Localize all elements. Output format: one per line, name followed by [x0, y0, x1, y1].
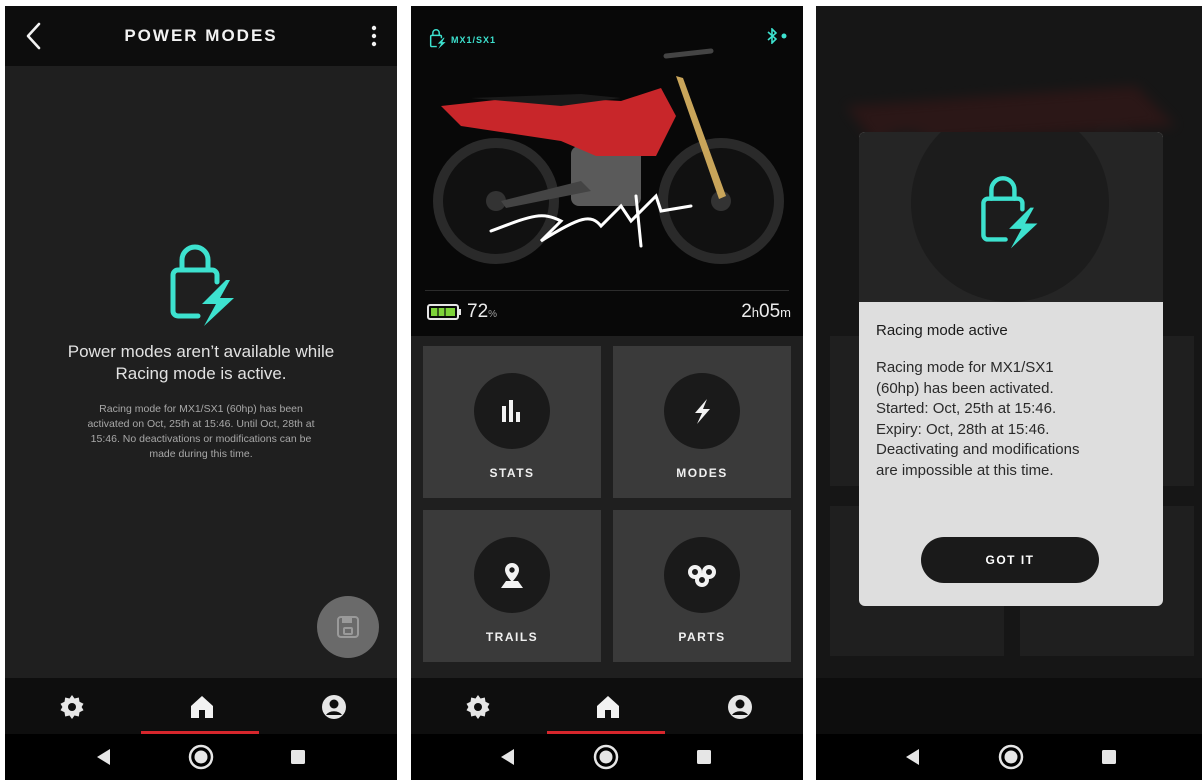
android-navigation-bar — [816, 734, 1202, 780]
tile-icon-circle — [474, 373, 550, 449]
modal-body-line: are impossible at this time. — [876, 461, 1054, 479]
back-triangle-icon[interactable] — [495, 744, 521, 770]
home-screen: MX1/SX1 72% 2h05m STATS MODES TRAILS PAR… — [411, 6, 803, 780]
time-minutes: 05 — [759, 301, 781, 322]
home-circle-icon[interactable] — [188, 744, 214, 770]
unavailable-headline: Power modes aren’t available while Racin… — [67, 342, 335, 383]
battery-value: 72 — [467, 301, 489, 322]
recents-square-icon[interactable] — [285, 744, 311, 770]
save-button[interactable] — [317, 596, 379, 658]
modal-body-line: (60hp) has been activated. — [876, 379, 1054, 397]
battery-icon — [427, 304, 461, 320]
dimmed-tab-bar — [816, 678, 1202, 734]
tile-trails[interactable]: TRAILS — [423, 510, 601, 662]
home-circle-icon[interactable] — [593, 744, 619, 770]
tile-modes[interactable]: MODES — [613, 346, 791, 498]
battery-unit: % — [488, 309, 498, 320]
bottom-tab-bar — [411, 678, 803, 734]
back-triangle-icon[interactable] — [91, 744, 117, 770]
tab-profile[interactable] — [267, 678, 397, 734]
got-it-button[interactable]: GOT IT — [921, 537, 1099, 583]
overflow-menu-button[interactable] — [369, 24, 379, 48]
home-circle-icon[interactable] — [998, 744, 1024, 770]
chain-link-icon — [688, 565, 716, 587]
map-pin-icon — [501, 563, 523, 588]
modal-header — [859, 132, 1163, 302]
tile-icon-circle — [664, 373, 740, 449]
modal-body-line: Started: Oct, 25th at 15:46. — [876, 400, 1057, 417]
modal-title: Racing mode active — [876, 322, 1008, 339]
hero-divider — [425, 290, 789, 291]
tile-label: PARTS — [678, 630, 726, 644]
bike-hero: MX1/SX1 72% 2h05m — [411, 6, 803, 336]
settings-icon — [60, 695, 84, 719]
android-navigation-bar — [411, 734, 803, 780]
home-icon — [597, 696, 619, 718]
modal-body-line: Expiry: Oct, 28th at 15:46. — [876, 420, 1050, 438]
power-modes-screen: POWER MODES Power modes aren’t available… — [5, 6, 397, 780]
battery-percentage: 72% — [467, 301, 497, 323]
tab-home[interactable] — [135, 678, 265, 734]
tile-parts[interactable]: PARTS — [613, 510, 791, 662]
motorcycle-image — [433, 48, 784, 264]
recents-square-icon[interactable] — [691, 744, 717, 770]
tile-stats[interactable]: STATS — [423, 346, 601, 498]
back-triangle-icon[interactable] — [900, 744, 926, 770]
racing-mode-description: Racing mode for MX1/SX1 (60hp) has been … — [87, 403, 315, 460]
tab-settings[interactable] — [5, 678, 135, 734]
tile-icon-circle — [474, 537, 550, 613]
profile-icon — [728, 695, 752, 719]
remaining-time: 2h05m — [741, 301, 791, 323]
racing-lock-icon — [170, 244, 234, 326]
time-hours-unit: h — [751, 305, 760, 320]
time-minutes-unit: m — [780, 305, 791, 320]
bar-chart-icon — [502, 400, 520, 422]
tab-profile[interactable] — [673, 678, 803, 734]
android-navigation-bar — [5, 734, 397, 780]
tab-home[interactable] — [541, 678, 671, 734]
tile-label: MODES — [676, 466, 728, 480]
racing-mode-dialog-screen: Racing mode active Racing mode for MX1/S… — [816, 6, 1202, 780]
modal-body-line: Deactivating and modifications — [876, 441, 1080, 458]
tile-icon-circle — [664, 537, 740, 613]
racing-lock-icon — [981, 176, 1038, 249]
tile-label: STATS — [489, 466, 535, 480]
modal-body: Racing mode for MX1/SX1 (60hp) has been … — [876, 358, 1146, 481]
tab-settings[interactable] — [411, 678, 541, 734]
time-hours: 2 — [741, 301, 752, 322]
app-header: POWER MODES — [5, 6, 397, 66]
profile-icon — [322, 695, 346, 719]
lightning-icon — [695, 399, 710, 424]
racing-mode-modal: Racing mode active Racing mode for MX1/S… — [859, 132, 1163, 606]
floppy-disk-icon — [337, 616, 359, 638]
page-title: POWER MODES — [124, 26, 278, 45]
home-icon — [191, 696, 213, 718]
recents-square-icon[interactable] — [1096, 744, 1122, 770]
kebab-icon — [371, 25, 377, 47]
modal-body-line: Racing mode for MX1/SX1 — [876, 359, 1054, 376]
settings-icon — [466, 695, 490, 719]
tile-label: TRAILS — [485, 630, 539, 644]
bottom-tab-bar — [5, 678, 397, 734]
